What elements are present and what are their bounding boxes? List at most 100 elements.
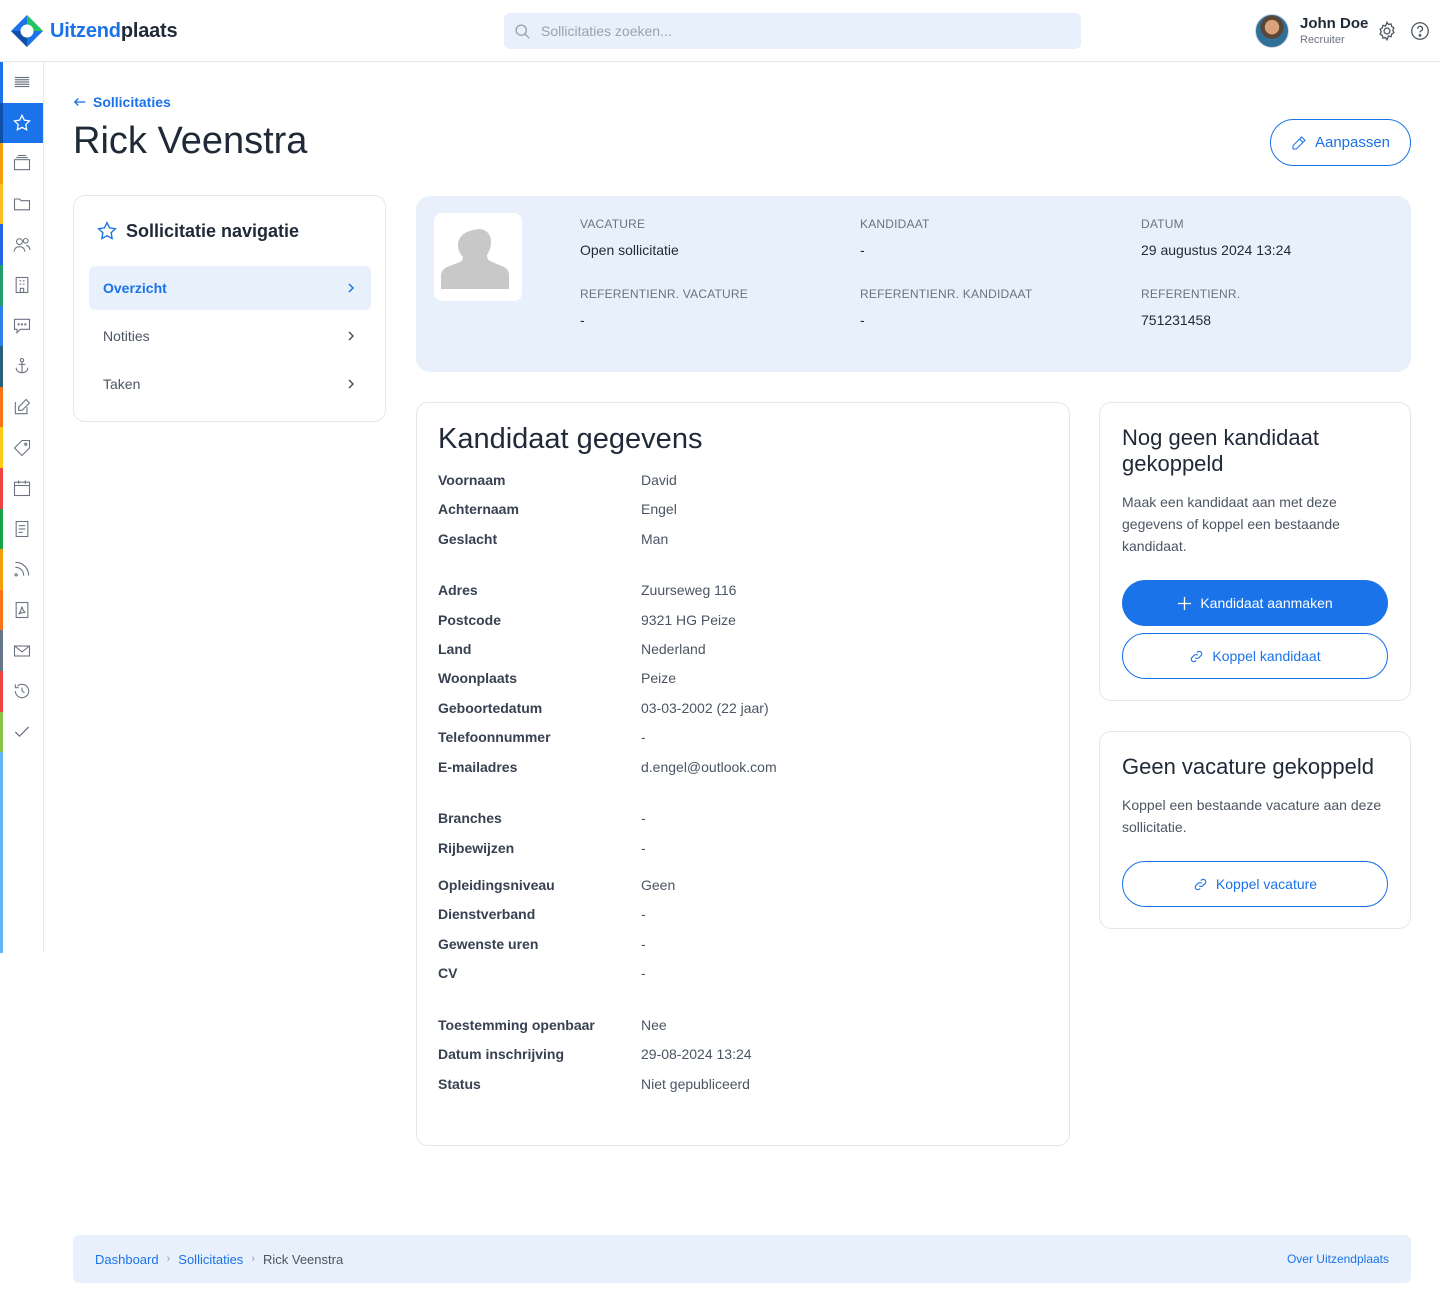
person-silhouette-icon bbox=[441, 229, 509, 289]
help-icon[interactable] bbox=[1409, 20, 1431, 42]
pdf-icon bbox=[15, 601, 28, 619]
nav-item-label: Overzicht bbox=[103, 280, 167, 296]
avatar[interactable] bbox=[1255, 14, 1289, 48]
nav-item-label: Taken bbox=[103, 376, 141, 392]
sidebar-item-menu[interactable] bbox=[0, 62, 43, 103]
plus-icon bbox=[1178, 596, 1192, 610]
reference-label: REFERENTIENR. bbox=[1141, 287, 1241, 301]
about-link[interactable]: Over Uitzendplaats bbox=[1287, 1252, 1389, 1266]
logo[interactable]: Uitzendplaats bbox=[10, 14, 178, 48]
candidate-photo-placeholder bbox=[434, 213, 522, 301]
gear-icon[interactable] bbox=[1376, 20, 1398, 42]
nav-header: Sollicitatie navigatie bbox=[96, 220, 299, 242]
nav-item-label: Notities bbox=[103, 328, 150, 344]
date-value: 29 augustus 2024 13:24 bbox=[1141, 242, 1292, 258]
page-title: Rick Veenstra bbox=[73, 120, 308, 162]
nav-item-notes[interactable]: Notities bbox=[89, 314, 371, 358]
nav-item-tasks[interactable]: Taken bbox=[89, 362, 371, 406]
arrow-left-icon bbox=[73, 98, 86, 106]
sidebar-item-messages[interactable] bbox=[0, 305, 43, 347]
nav-title: Sollicitatie navigatie bbox=[126, 220, 300, 241]
candidate-details-title: Kandidaat gegevens bbox=[438, 423, 703, 455]
no-candidate-title: Nog geen kandidaat gekoppeld bbox=[1122, 425, 1319, 476]
date-label: DATUM bbox=[1141, 217, 1184, 231]
reference-value: 751231458 bbox=[1141, 312, 1212, 328]
sidebar-item-tags[interactable] bbox=[0, 427, 43, 468]
history-icon bbox=[14, 684, 29, 699]
chevron-right-icon bbox=[348, 379, 355, 389]
sidebar-item-anchor[interactable] bbox=[0, 346, 43, 387]
edit-icon bbox=[14, 398, 30, 415]
chevron-right-icon bbox=[348, 331, 355, 341]
vacancy-value: Open sollicitatie bbox=[580, 242, 679, 258]
sidebar-item-feeds[interactable] bbox=[0, 549, 43, 590]
sidebar-item-calendar[interactable] bbox=[0, 467, 43, 509]
candidate-ref-label: REFERENTIENR. KANDIDAAT bbox=[860, 287, 1033, 301]
user-role: Recruiter bbox=[1300, 34, 1345, 46]
link-candidate-label: Koppel kandidaat bbox=[1212, 648, 1321, 664]
vacancy-ref-value: - bbox=[580, 312, 585, 328]
vacancy-label: VACATURE bbox=[580, 217, 646, 231]
sidebar-item-edit[interactable] bbox=[0, 386, 43, 428]
search-icon bbox=[515, 23, 530, 39]
calendar-icon bbox=[13, 480, 30, 497]
link-vacancy-button[interactable]: Koppel vacature bbox=[1122, 861, 1388, 907]
user-menu[interactable]: John Doe Recruiter bbox=[1255, 14, 1368, 48]
create-candidate-button[interactable]: Kandidaat aanmaken bbox=[1122, 580, 1388, 626]
pencil-icon bbox=[1292, 135, 1306, 150]
sidebar-item-mail[interactable] bbox=[0, 630, 43, 671]
nav-item-overview[interactable]: Overzicht bbox=[89, 266, 371, 310]
breadcrumb-applications[interactable]: Sollicitaties bbox=[178, 1252, 243, 1267]
application-summary: VACATURE Open sollicitatie KANDIDAAT - D… bbox=[416, 196, 1411, 372]
back-link-label: Sollicitaties bbox=[93, 94, 171, 110]
edit-button[interactable]: Aanpassen bbox=[1270, 119, 1411, 166]
application-navigation: Sollicitatie navigatie Overzicht Notitie… bbox=[73, 195, 386, 422]
chevron-right-icon: › bbox=[251, 1253, 255, 1265]
sidebar-item-candidates[interactable] bbox=[0, 224, 43, 265]
check-icon bbox=[14, 726, 29, 737]
sidebar bbox=[0, 62, 44, 953]
document-icon bbox=[15, 520, 28, 537]
top-bar: Uitzendplaats John Doe Recruiter bbox=[0, 0, 1440, 62]
breadcrumb: Dashboard › Sollicitaties › Rick Veenstr… bbox=[95, 1252, 343, 1267]
chevron-right-icon: › bbox=[166, 1253, 171, 1265]
anchor-icon bbox=[15, 358, 28, 374]
chevron-right-icon bbox=[348, 283, 355, 293]
layers-icon bbox=[13, 155, 30, 171]
sidebar-item-pdf[interactable] bbox=[0, 589, 43, 631]
back-link[interactable]: Sollicitaties bbox=[73, 94, 171, 110]
no-vacancy-text: Koppel een bestaande vacature aan deze s… bbox=[1122, 797, 1382, 835]
link-candidate-button[interactable]: Koppel kandidaat bbox=[1122, 633, 1388, 679]
user-name: John Doe bbox=[1300, 15, 1369, 32]
sidebar-accent-strip bbox=[0, 752, 3, 953]
sidebar-item-applications[interactable] bbox=[0, 102, 43, 144]
search-bar[interactable] bbox=[504, 13, 1081, 49]
users-icon bbox=[13, 237, 30, 252]
chat-icon bbox=[13, 318, 30, 334]
sidebar-item-folders[interactable] bbox=[0, 183, 43, 225]
no-candidate-text: Maak een kandidaat aan met deze gegevens… bbox=[1122, 494, 1340, 554]
no-candidate-card: Nog geen kandidaat gekoppeld Maak een ka… bbox=[1099, 402, 1411, 701]
mail-icon bbox=[13, 645, 30, 657]
sidebar-item-history[interactable] bbox=[0, 670, 43, 712]
breadcrumb-dashboard[interactable]: Dashboard bbox=[95, 1252, 159, 1267]
sidebar-item-stack[interactable] bbox=[0, 143, 43, 184]
sidebar-item-documents[interactable] bbox=[0, 508, 43, 550]
rss-icon bbox=[14, 562, 29, 577]
footer: Dashboard › Sollicitaties › Rick Veenstr… bbox=[73, 1235, 1411, 1283]
sidebar-item-tasks[interactable] bbox=[0, 711, 43, 753]
logo-text: Uitzendplaats bbox=[50, 19, 178, 42]
folder-icon bbox=[13, 198, 30, 211]
star-icon bbox=[97, 220, 117, 240]
sidebar-item-companies[interactable] bbox=[0, 264, 43, 306]
create-candidate-label: Kandidaat aanmaken bbox=[1200, 595, 1333, 611]
edit-button-label: Aanpassen bbox=[1314, 134, 1391, 151]
no-vacancy-card: Geen vacature gekoppeld Koppel een besta… bbox=[1099, 731, 1411, 929]
candidate-value: - bbox=[860, 242, 865, 258]
candidate-ref-value: - bbox=[860, 312, 865, 328]
menu-icon bbox=[14, 77, 29, 88]
vacancy-ref-label: REFERENTIENR. VACATURE bbox=[580, 287, 748, 301]
search-input[interactable] bbox=[541, 23, 1061, 39]
building-icon bbox=[15, 277, 28, 294]
breadcrumb-current: Rick Veenstra bbox=[262, 1251, 344, 1267]
